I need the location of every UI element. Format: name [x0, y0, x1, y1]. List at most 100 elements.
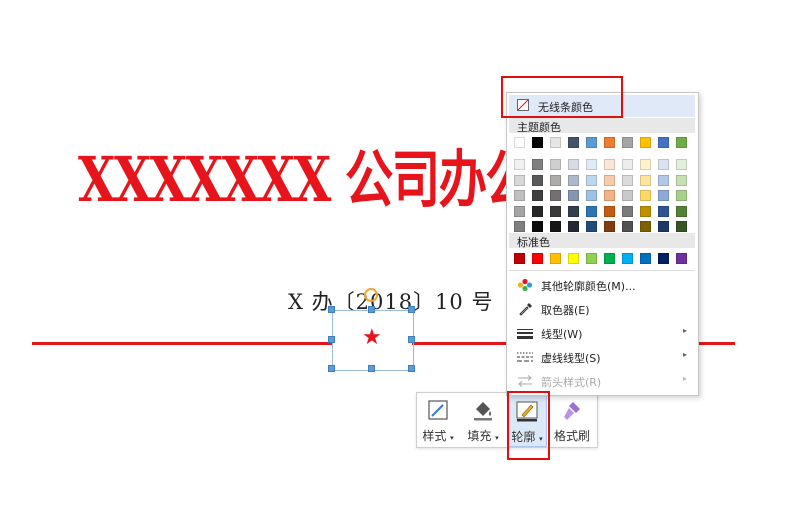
theme-shade-swatch[interactable]	[604, 221, 615, 232]
theme-shade-swatch[interactable]	[586, 174, 597, 186]
resize-handle-top-right[interactable]	[408, 306, 415, 313]
theme-shade-swatch[interactable]	[658, 205, 669, 217]
theme-shade-swatch[interactable]	[514, 221, 525, 232]
theme-shade-swatch[interactable]	[586, 190, 597, 201]
theme-shade-swatch[interactable]	[568, 221, 579, 232]
theme-shade-swatch[interactable]	[586, 159, 597, 170]
star-shape[interactable]: ★	[362, 325, 382, 351]
theme-shade-swatch[interactable]	[640, 205, 651, 217]
theme-shade-swatch[interactable]	[568, 190, 579, 201]
standard-color-swatch[interactable]	[514, 253, 525, 264]
standard-color-swatch[interactable]	[586, 253, 597, 264]
highlight-box-no-line-color	[501, 76, 623, 118]
rotate-handle[interactable]	[364, 288, 378, 302]
theme-shade-swatch[interactable]	[676, 221, 687, 232]
eyedropper-icon	[519, 303, 532, 316]
theme-shade-swatch[interactable]	[550, 159, 561, 170]
theme-shade-swatch[interactable]	[550, 190, 561, 201]
standard-color-swatch[interactable]	[640, 253, 651, 264]
theme-color-swatch[interactable]	[640, 137, 651, 148]
format-painter-button[interactable]: 格式刷	[549, 393, 595, 447]
theme-shade-swatch[interactable]	[622, 190, 633, 201]
theme-shade-swatch[interactable]	[532, 174, 543, 186]
standard-color-swatch[interactable]	[550, 253, 561, 264]
theme-shade-swatch[interactable]	[676, 205, 687, 217]
theme-shade-swatch[interactable]	[604, 190, 615, 201]
theme-shade-swatch[interactable]	[676, 159, 687, 170]
theme-shade-swatch[interactable]	[640, 221, 651, 232]
theme-color-swatch[interactable]	[676, 137, 687, 148]
more-outline-colors-item[interactable]: 其他轮廓颜色(M)...	[509, 274, 695, 296]
theme-shade-swatch[interactable]	[622, 221, 633, 232]
theme-shade-swatch[interactable]	[514, 159, 525, 170]
theme-shade-swatch[interactable]	[532, 221, 543, 232]
theme-color-swatch[interactable]	[622, 137, 633, 148]
format-painter-label: 格式刷	[553, 429, 590, 443]
theme-color-swatch[interactable]	[568, 137, 579, 148]
theme-shade-swatch[interactable]	[640, 190, 651, 201]
highlight-box-outline-button	[507, 391, 550, 460]
theme-shade-swatch[interactable]	[658, 174, 669, 186]
chevron-down-icon: ▾	[495, 434, 499, 442]
theme-shade-swatch[interactable]	[604, 205, 615, 217]
theme-shade-swatch[interactable]	[640, 174, 651, 186]
theme-color-swatch[interactable]	[604, 137, 615, 148]
theme-shade-swatch[interactable]	[622, 174, 633, 186]
paint-bucket-icon	[474, 402, 492, 421]
resize-handle-bottom[interactable]	[368, 365, 375, 372]
standard-color-swatch[interactable]	[622, 253, 633, 264]
resize-handle-left[interactable]	[328, 336, 335, 343]
theme-shade-swatch[interactable]	[550, 174, 561, 186]
resize-handle-top[interactable]	[368, 306, 375, 313]
standard-color-swatch[interactable]	[604, 253, 615, 264]
theme-color-swatch[interactable]	[586, 137, 597, 148]
theme-shade-swatch[interactable]	[658, 159, 669, 170]
theme-shade-swatch[interactable]	[532, 205, 543, 217]
theme-shade-swatch[interactable]	[532, 159, 543, 170]
standard-colors-header: 标准色	[509, 233, 695, 249]
resize-handle-bottom-left[interactable]	[328, 365, 335, 372]
standard-color-swatch[interactable]	[676, 253, 687, 264]
arrow-style-item[interactable]: 箭头样式(R) ▸	[509, 370, 695, 392]
theme-shade-swatch[interactable]	[568, 205, 579, 217]
theme-shade-swatch[interactable]	[658, 190, 669, 201]
dashed-line-icon	[517, 352, 533, 362]
theme-shade-swatch[interactable]	[514, 190, 525, 201]
resize-handle-top-left[interactable]	[328, 306, 335, 313]
theme-shade-swatch[interactable]	[550, 205, 561, 217]
style-button[interactable]: 样式 ▾	[417, 393, 459, 447]
theme-shade-swatch[interactable]	[514, 174, 525, 186]
red-divider-left	[32, 342, 332, 345]
theme-shade-swatch[interactable]	[514, 205, 525, 217]
line-style-item[interactable]: 线型(W) ▸	[509, 322, 695, 344]
color-wheel-icon	[517, 278, 533, 292]
theme-shade-swatch[interactable]	[676, 190, 687, 201]
theme-shade-swatch[interactable]	[550, 221, 561, 232]
theme-shade-swatch[interactable]	[658, 221, 669, 232]
theme-color-swatch[interactable]	[532, 137, 543, 148]
theme-shade-swatch[interactable]	[604, 174, 615, 186]
standard-colors-label: 标准色	[517, 236, 550, 249]
theme-color-swatch[interactable]	[658, 137, 669, 148]
eyedropper-item[interactable]: 取色器(E)	[509, 298, 695, 320]
theme-shade-swatch[interactable]	[604, 159, 615, 170]
shape-style-icon	[428, 400, 448, 420]
theme-shade-swatch[interactable]	[640, 159, 651, 170]
dash-style-item[interactable]: 虚线线型(S) ▸	[509, 346, 695, 368]
standard-color-swatch[interactable]	[568, 253, 579, 264]
standard-color-swatch[interactable]	[532, 253, 543, 264]
theme-shade-swatch[interactable]	[568, 174, 579, 186]
resize-handle-right[interactable]	[408, 336, 415, 343]
theme-color-swatch[interactable]	[514, 137, 525, 148]
resize-handle-bottom-right[interactable]	[408, 365, 415, 372]
theme-shade-swatch[interactable]	[586, 221, 597, 232]
theme-shade-swatch[interactable]	[586, 205, 597, 217]
theme-shade-swatch[interactable]	[568, 159, 579, 170]
theme-shade-swatch[interactable]	[676, 174, 687, 186]
theme-shade-swatch[interactable]	[622, 159, 633, 170]
fill-button[interactable]: 填充 ▾	[461, 393, 505, 447]
theme-shade-swatch[interactable]	[532, 190, 543, 201]
theme-color-swatch[interactable]	[550, 137, 561, 148]
standard-color-swatch[interactable]	[658, 253, 669, 264]
theme-shade-swatch[interactable]	[622, 205, 633, 217]
